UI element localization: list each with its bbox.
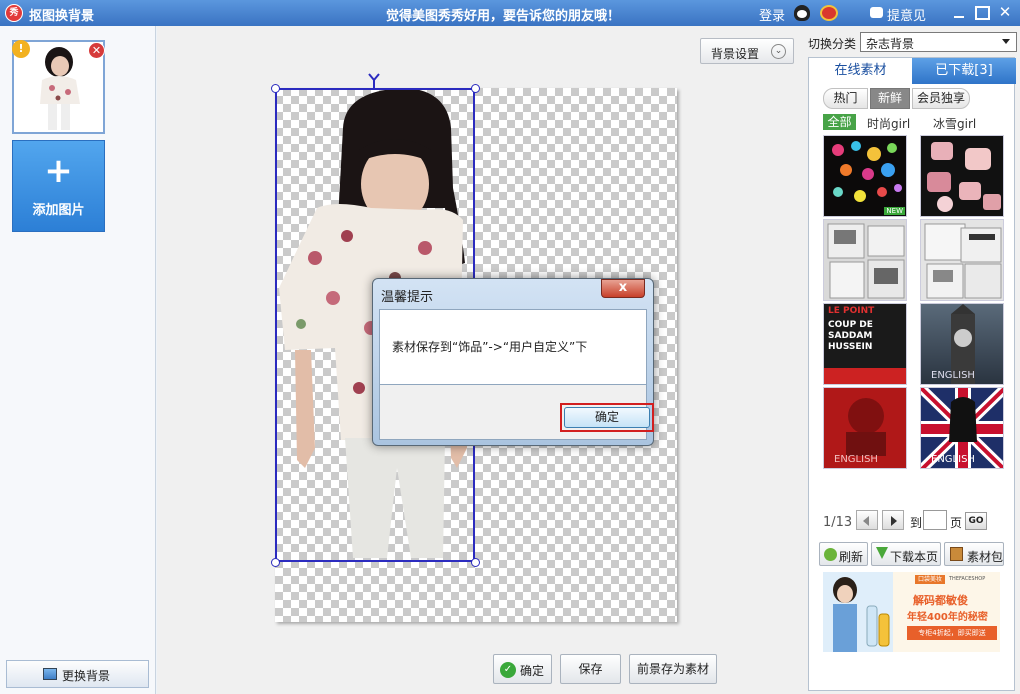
dropdown-arrow-icon <box>1002 39 1010 44</box>
change-background-label: 更换背景 <box>62 669 111 683</box>
category-select[interactable]: 杂志背景 <box>860 32 1017 52</box>
page-indicator: 1/13 <box>823 515 853 530</box>
material-tile[interactable]: ENGLISH <box>920 387 1004 469</box>
material-library: 在线素材 已下载[3] 热门 新鲜 会员独享 全部 时尚girl 冰雪girl … <box>808 57 1016 691</box>
ad-headline-1: 解码都敏俊 <box>913 594 968 607</box>
rotate-handle-icon[interactable] <box>367 72 381 88</box>
ad-headline-2: 年轻400年的秘密 <box>907 612 988 623</box>
filter-fashion-girl[interactable]: 时尚girl <box>867 115 910 132</box>
warning-badge-icon: ! <box>12 40 30 58</box>
slogan-text: 觉得美图秀秀好用，要告诉您的朋友哦！ <box>386 9 621 24</box>
tab-downloaded[interactable]: 已下载[3] <box>912 58 1016 84</box>
qq-icon[interactable] <box>794 5 810 21</box>
feedback-link[interactable]: 提意见 <box>887 5 926 24</box>
refresh-label: 刷新 <box>839 550 864 564</box>
add-image-label: 添加图片 <box>32 203 85 218</box>
dialog-ok-highlight: 确定 <box>560 403 654 432</box>
page-number-input[interactable] <box>923 510 947 530</box>
tile-caption: ENGLISH <box>834 454 878 465</box>
right-panel: 切换分类 杂志背景 在线素材 已下载[3] 热门 新鲜 会员独享 全部 时尚gi… <box>805 26 1020 694</box>
close-window-button[interactable]: ✕ <box>996 3 1014 21</box>
next-page-button[interactable] <box>882 510 904 530</box>
delete-thumbnail-button[interactable]: ✕ <box>88 42 105 59</box>
plus-icon: + <box>44 151 73 191</box>
download-page-label: 下载本页 <box>890 550 939 564</box>
refresh-icon <box>824 548 837 561</box>
material-tile[interactable]: ENGLISH <box>823 387 907 469</box>
dialog-footer: 确定 <box>379 385 654 440</box>
dialog-close-button[interactable]: x <box>601 279 645 298</box>
material-tile[interactable]: NEW <box>823 135 907 217</box>
tab-online-materials[interactable]: 在线素材 <box>809 58 912 84</box>
goto-label: 到 <box>910 516 923 530</box>
filter-all[interactable]: 全部 <box>823 114 856 130</box>
page-unit-label: 页 <box>950 516 963 530</box>
resize-handle-bottom-left[interactable] <box>271 558 280 567</box>
dialog-title: 温馨提示 <box>381 290 434 305</box>
check-icon: ✓ <box>500 662 516 678</box>
material-tile[interactable]: ENGLISH <box>920 303 1004 385</box>
background-settings-label: 背景设置 <box>711 47 760 61</box>
go-page-button[interactable]: GO <box>965 512 987 530</box>
add-image-button[interactable]: + 添加图片 <box>12 140 105 232</box>
ad-brand: 口袋美妆 <box>915 575 945 584</box>
tile-caption: ENGLISH <box>931 454 975 465</box>
ad-shop: THEFACESHOP <box>949 576 986 582</box>
login-link[interactable]: 登录 <box>759 5 785 24</box>
download-icon <box>876 547 888 559</box>
category-select-value: 杂志背景 <box>866 37 915 51</box>
hearts-thumbnail <box>832 141 902 202</box>
new-badge: NEW <box>884 207 905 215</box>
tile-caption: ENGLISH <box>931 370 975 381</box>
tile-text-mid: COUP DE SADDAM HUSSEIN <box>828 320 873 352</box>
maximize-button[interactable] <box>972 3 990 21</box>
change-background-button[interactable]: 更换背景 <box>6 660 149 688</box>
category-label: 切换分类 <box>808 37 857 51</box>
cosmetics-thumbnail <box>927 142 1001 212</box>
filter-ice-girl[interactable]: 冰雪girl <box>933 115 976 132</box>
resize-handle-top-right[interactable] <box>471 84 480 93</box>
title-bar: 秀 抠图换背景 觉得美图秀秀好用，要告诉您的朋友哦！ 登录 提意见 ✕ <box>0 0 1020 26</box>
resize-handle-top-left[interactable] <box>271 84 280 93</box>
refresh-button[interactable]: 刷新 <box>819 542 868 566</box>
canvas-area: 背景设置 ⌄ 温馨提示 x 素材保存到“饰品”->“用户自定义”下 确定 ✓ 确… <box>157 26 805 694</box>
dialog-message: 素材保存到“饰品”->“用户自定义”下 <box>392 340 588 354</box>
save-button[interactable]: 保存 <box>560 654 621 684</box>
prev-page-button[interactable] <box>856 510 878 530</box>
material-tile[interactable] <box>823 219 907 301</box>
feedback-icon[interactable] <box>870 7 883 18</box>
app-logo-icon: 秀 <box>5 4 23 22</box>
window-title: 抠图换背景 <box>29 9 95 24</box>
tile-text-top: LE POINT <box>828 306 875 316</box>
advertisement-banner[interactable]: 口袋美妆 THEFACESHOP 解码都敏俊 年轻400年的秘密 专柜4折起，即… <box>823 572 1000 652</box>
resize-handle-bottom-right[interactable] <box>471 558 480 567</box>
minimize-button[interactable] <box>950 3 968 21</box>
download-page-button[interactable]: 下载本页 <box>871 542 941 566</box>
tile-red-strip <box>824 368 906 384</box>
weibo-icon[interactable] <box>820 5 838 21</box>
newspaper-la-paix-thumbnail <box>924 223 1002 299</box>
subtab-vip[interactable]: 会员独享 <box>912 88 970 109</box>
package-icon <box>950 547 963 561</box>
subtab-new[interactable]: 新鲜 <box>870 88 910 109</box>
confirm-label: 确定 <box>520 664 545 678</box>
dialog-body: 素材保存到“饰品”->“用户自定义”下 <box>379 309 647 385</box>
background-settings-button[interactable]: 背景设置 ⌄ <box>700 38 794 64</box>
chevron-down-icon: ⌄ <box>771 44 786 59</box>
newspaper-thumbnail <box>827 223 905 299</box>
ad-cta: 专柜4折起，即买即送 <box>907 626 997 640</box>
left-panel: ! ✕ + 添加图片 更换背景 <box>0 26 156 694</box>
dialog-ok-button[interactable]: 确定 <box>564 407 650 428</box>
alert-dialog: 温馨提示 x 素材保存到“饰品”->“用户自定义”下 确定 <box>372 278 654 446</box>
picture-icon <box>43 668 57 680</box>
material-pack-button[interactable]: 素材包 <box>944 542 1004 566</box>
material-tile[interactable]: LE POINT COUP DE SADDAM HUSSEIN <box>823 303 907 385</box>
material-tile[interactable] <box>920 135 1004 217</box>
confirm-button[interactable]: ✓ 确定 <box>493 654 552 684</box>
save-foreground-as-material-button[interactable]: 前景存为素材 <box>629 654 717 684</box>
material-tile[interactable] <box>920 219 1004 301</box>
material-pack-label: 素材包 <box>967 550 1004 564</box>
subtab-hot[interactable]: 热门 <box>823 88 868 109</box>
